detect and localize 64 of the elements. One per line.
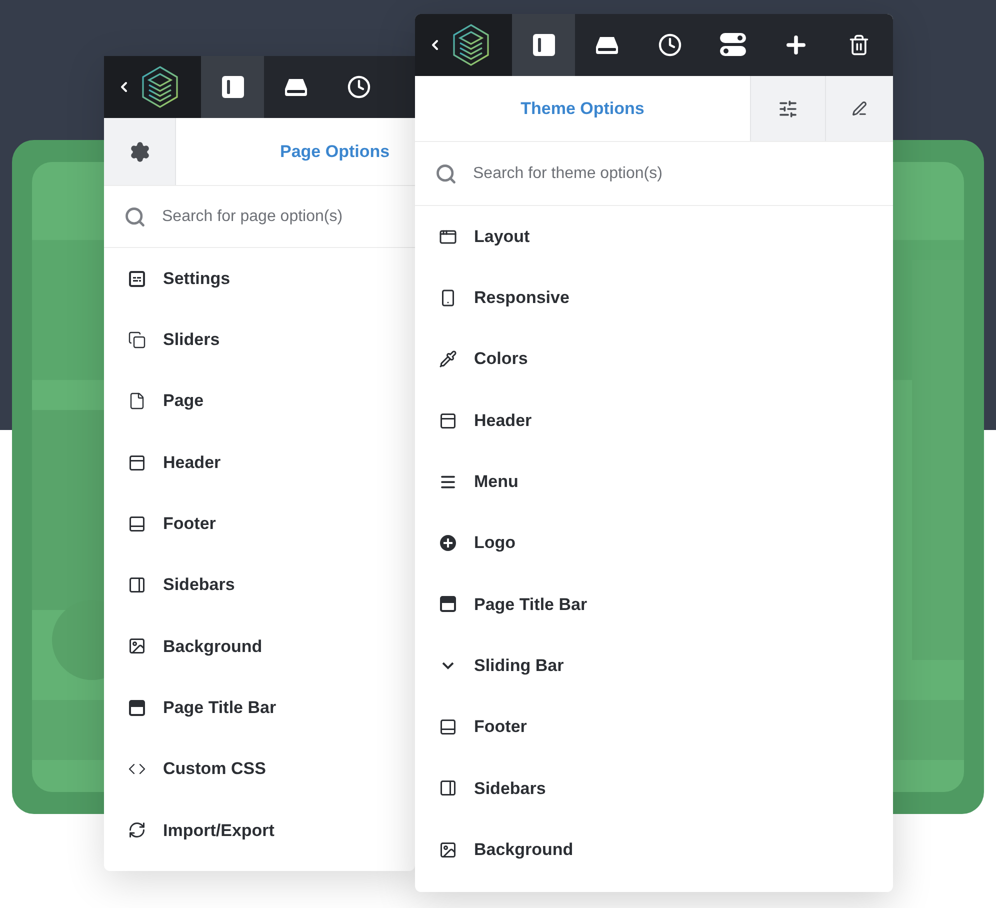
menu-item[interactable]: Footer [163, 511, 216, 537]
menu-item[interactable]: Responsive [474, 285, 570, 311]
menu-item[interactable]: Background [163, 634, 262, 660]
panel-bottom-icon [128, 514, 146, 533]
refresh-icon [128, 821, 146, 840]
toolbar-tab[interactable] [201, 56, 264, 118]
menu-item[interactable]: Sliding Bar [474, 652, 564, 678]
cube-logo [140, 65, 180, 109]
image-icon [439, 840, 457, 859]
cube-logo [451, 23, 491, 67]
menu-item[interactable]: Page [163, 388, 204, 414]
menu-item[interactable]: Menu [474, 469, 518, 495]
panel-title: Theme Options [520, 98, 644, 120]
menu-item[interactable]: Page Title Bar [163, 694, 276, 720]
search-field[interactable]: Search for theme option(s) [473, 162, 873, 186]
menu-item[interactable]: Background [474, 836, 574, 862]
drive-icon [594, 35, 618, 55]
sliders-icon [778, 98, 798, 118]
pipette-icon [439, 350, 457, 368]
clock-icon [346, 75, 370, 99]
phone-icon [439, 288, 457, 307]
menu-item[interactable]: Layout [474, 224, 530, 250]
panel-top-icon [439, 412, 457, 430]
menu-item[interactable]: Footer [474, 714, 527, 740]
panel-icon [220, 75, 244, 99]
menu-item[interactable]: Header [163, 450, 221, 476]
logo-area[interactable] [104, 56, 201, 118]
menu-item[interactable]: Import/Export [163, 818, 274, 844]
window-icon [439, 228, 457, 246]
clock-icon [658, 33, 682, 57]
logo-area[interactable] [415, 14, 512, 76]
panel-top-icon [128, 454, 146, 472]
menu-item[interactable]: Sliders [163, 327, 220, 353]
settings-button[interactable] [104, 118, 176, 185]
title-bar-icon [439, 595, 457, 614]
image-icon [128, 637, 146, 656]
form-icon [128, 270, 146, 288]
menu-item[interactable]: Settings [163, 266, 230, 292]
menu-item[interactable]: Colors [474, 346, 528, 372]
menu-item[interactable]: Sidebars [163, 572, 235, 598]
drive-icon [284, 77, 308, 97]
menu-item[interactable]: Logo [474, 530, 516, 556]
search-icon [124, 206, 146, 228]
panel-right-icon [128, 576, 146, 594]
toolbar-tab[interactable] [512, 14, 575, 76]
chevron-down-icon [442, 662, 454, 670]
file-icon [128, 392, 146, 410]
search-field[interactable]: Search for page option(s) [162, 204, 395, 228]
plus-circle-icon [439, 534, 457, 552]
toggles-icon [720, 33, 746, 57]
menu-item[interactable]: Header [474, 408, 532, 434]
pen-icon [852, 101, 867, 116]
menu-item[interactable]: Page Title Bar [474, 592, 588, 618]
panel-bottom-icon [439, 718, 457, 736]
panel-icon [532, 33, 556, 57]
menu-item[interactable]: Sidebars [474, 776, 546, 802]
search-icon [435, 162, 457, 184]
title-bar-icon [128, 698, 146, 717]
menu-item[interactable]: Custom CSS [163, 756, 266, 782]
trash-icon [848, 34, 870, 56]
sliders-button[interactable] [750, 76, 825, 141]
panel-right-icon [439, 779, 457, 798]
stack-icon [128, 330, 146, 349]
panel-title: Page Options [280, 140, 390, 163]
